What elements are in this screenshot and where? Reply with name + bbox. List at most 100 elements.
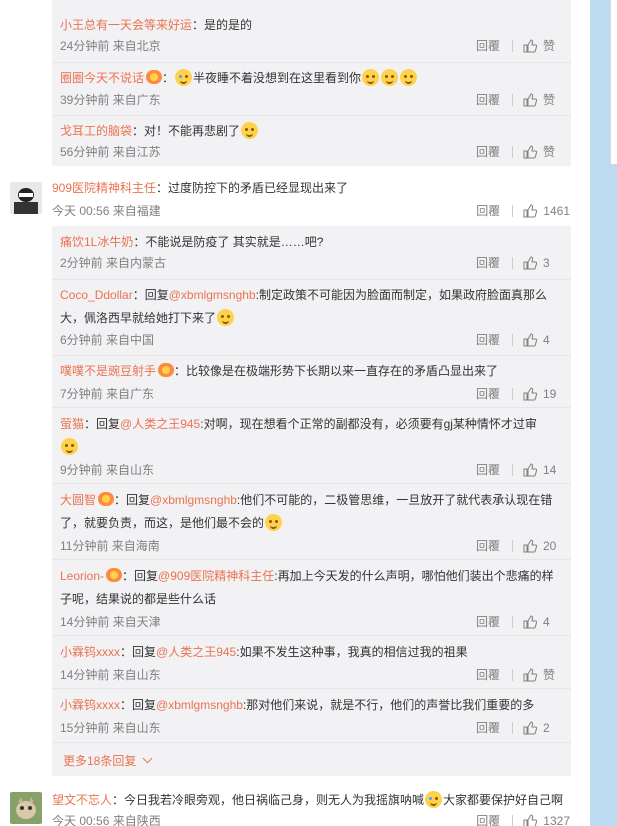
reply-button[interactable]: 回覆 [476, 385, 500, 402]
like-count: 2 [543, 720, 550, 735]
comment-username[interactable]: 痛饮1L冰牛奶 [60, 235, 133, 249]
comment-actions: 回覆 14 [476, 461, 557, 478]
comment-username[interactable]: 萤猫 [60, 417, 84, 431]
mention-link[interactable]: @人类之王945 [120, 417, 200, 431]
divider [52, 62, 571, 63]
comment-username[interactable]: Coco_Ddollar [60, 288, 133, 302]
like-count: 赞 [543, 39, 556, 53]
mention-link[interactable]: @909医院精神科主任 [158, 569, 274, 583]
thumbs-up-icon[interactable] [523, 203, 538, 218]
thumbs-up-icon[interactable] [523, 38, 537, 53]
thumbs-up-icon[interactable] [523, 255, 537, 270]
reply-button[interactable]: 回覆 [476, 613, 500, 630]
comment-username[interactable]: 圈圈今天不说话 [60, 71, 144, 85]
comment-username[interactable]: Leorion- [60, 569, 104, 583]
thumbs-up-icon[interactable] [523, 614, 537, 629]
list-item: 大圆智 ：回复@xbmlgmsnghb:他们不可能的，二极管思维，一旦放开了就代表… [60, 492, 557, 554]
crying-emoji-icon [425, 791, 443, 808]
thumbs-up-icon[interactable] [523, 538, 537, 553]
vip-badge-icon [158, 363, 175, 377]
vip-badge-icon [98, 492, 115, 506]
reply-button[interactable]: 回覆 [476, 202, 500, 219]
divider [512, 333, 513, 346]
reply-button[interactable]: 回覆 [476, 537, 500, 554]
list-item: 戈耳工的脑袋：对！不能再悲剧了 56分钟前 来自江苏 回覆 赞 [60, 121, 565, 161]
comment-actions: 回覆 赞 [476, 143, 557, 160]
comment-meta: 56分钟前 来自江苏 [60, 145, 161, 159]
comment-actions: 回覆 赞 [476, 37, 557, 54]
list-item: 小霖钨xxxx：回复@xbmlgmsnghb:那对他们来说，就是不行，他们的声誉… [60, 695, 565, 735]
comment-text: ：比较像是在极端形势下长期以来一直存在的矛盾凸显出来了 [174, 364, 499, 378]
reply-button[interactable]: 回覆 [476, 37, 500, 54]
reply-button[interactable]: 回覆 [476, 461, 500, 478]
comment-username[interactable]: 909医院精神科主任 [52, 181, 156, 195]
comment-username[interactable]: 戈耳工的脑袋 [60, 124, 132, 138]
comment-username[interactable]: 小霖钨xxxx [60, 645, 120, 659]
avatar[interactable] [10, 182, 42, 214]
like-count: 1327 [543, 813, 570, 826]
thumbs-up-icon[interactable] [523, 92, 537, 107]
comment-actions: 回覆 4 [476, 613, 557, 630]
more-replies-link[interactable]: 更多18条回复 [63, 752, 153, 769]
divider [52, 688, 571, 689]
thumbs-up-icon[interactable] [523, 720, 537, 735]
reply-button[interactable]: 回覆 [476, 143, 500, 160]
mention-link[interactable]: @xbmlgmsnghb [150, 493, 237, 507]
reply-button[interactable]: 回覆 [476, 666, 500, 683]
thumbs-up-icon[interactable] [523, 667, 537, 682]
thumbs-up-icon[interactable] [523, 332, 537, 347]
comment-actions: 回覆 1461 [476, 202, 570, 219]
mention-link[interactable]: @xbmlgmsnghb [156, 698, 243, 712]
thumbs-up-icon[interactable] [523, 386, 537, 401]
mention-link[interactable]: @人类之王945 [156, 645, 236, 659]
reply-button[interactable]: 回覆 [476, 91, 500, 108]
mention-link[interactable]: @xbmlgmsnghb [169, 288, 256, 302]
comment-username[interactable]: 大圆智 [60, 493, 96, 507]
comment-item: 909医院精神科主任：过度防控下的矛盾已经显现出来了 今天 00:56 来自福建… [0, 178, 590, 220]
thumbs-up-icon[interactable] [523, 813, 538, 826]
comment-username[interactable]: 望文不忘人 [52, 793, 112, 807]
list-item: 痛饮1L冰牛奶：不能说是防疫了 其实就是……吧? 2分钟前 来自内蒙古 回覆 3 [60, 232, 565, 272]
comment-meta: 2分钟前 来自内蒙古 [60, 256, 167, 270]
list-item: 小霖钨xxxx：回复@人类之王945:如果不发生这种事，我真的相信过我的祖果 1… [60, 645, 557, 683]
list-item: Leorion- ：回复@909医院精神科主任:再加上今天发的什么声明，哪怕他们装… [60, 565, 565, 629]
divider [512, 539, 513, 552]
divider [512, 615, 513, 628]
like-count: 14 [543, 462, 557, 477]
comment-username[interactable]: 小王总有一天会等来好运 [60, 18, 192, 32]
comment-username[interactable]: 噗噗不是豌豆射手 [60, 364, 156, 378]
comment-meta: 15分钟前 来自山东 [60, 721, 161, 735]
reply-button[interactable]: 回覆 [476, 812, 500, 826]
vip-badge-icon [106, 568, 123, 582]
comment-item: 望文不忘人：今日我若冷眼旁观，他日祸临己身，则无人为我摇旗呐喊 大家都要保护好自己… [0, 790, 590, 826]
list-item: Coco_Ddollar：回复@xbmlgmsnghb:制定政策不可能因为脸面而… [60, 284, 565, 348]
comment-actions: 回覆 3 [476, 254, 557, 271]
reply-button[interactable]: 回覆 [476, 254, 500, 271]
list-item: 圈圈今天不说话：半夜睡不着没想到在这里看到你 39分钟前 来自广东 回覆 赞 [60, 69, 556, 108]
list-item: 噗噗不是豌豆射手 ：比较像是在极端形势下长期以来一直存在的矛盾凸显出来了 7分钟前… [60, 361, 565, 401]
thumbs-up-icon[interactable] [523, 462, 537, 477]
divider [52, 407, 571, 408]
comment-text: ：今日我若冷眼旁观，他日祸临己身，则无人为我摇旗呐喊 [112, 793, 425, 807]
divider [52, 742, 571, 743]
reply-button[interactable]: 回覆 [476, 719, 500, 736]
right-sidebar-panel [610, 0, 617, 165]
comment-meta: 今天 00:56 来自福建 [52, 204, 161, 218]
comment-actions: 回覆 19 [476, 385, 557, 402]
comment-meta: 今天 00:56 来自陕西 [52, 814, 161, 826]
divider [52, 635, 571, 636]
comment-meta: 14分钟前 来自山东 [60, 668, 161, 682]
comment-actions: 回覆 赞 [476, 666, 557, 683]
divider [512, 387, 513, 400]
comment-username[interactable]: 小霖钨xxxx [60, 698, 120, 712]
comment-actions: 回覆 2 [476, 719, 557, 736]
reply-button[interactable]: 回覆 [476, 331, 500, 348]
list-item: 萤猫：回复@人类之王945:对啊，现在想看个正常的副都没有，必须要有gj某种情怀… [60, 417, 557, 478]
avatar[interactable] [10, 792, 42, 824]
thumbs-up-icon[interactable] [523, 144, 537, 159]
chevron-down-icon [142, 753, 153, 764]
laughing-emoji-icon [217, 309, 235, 326]
comment-meta: 11分钟前 来自海南 [60, 539, 160, 553]
like-count: 20 [543, 538, 557, 553]
comment-feed: 小王总有一天会等来好运：是的是的 24分钟前 来自北京 回覆 赞 圈圈今天不说话… [0, 0, 590, 826]
